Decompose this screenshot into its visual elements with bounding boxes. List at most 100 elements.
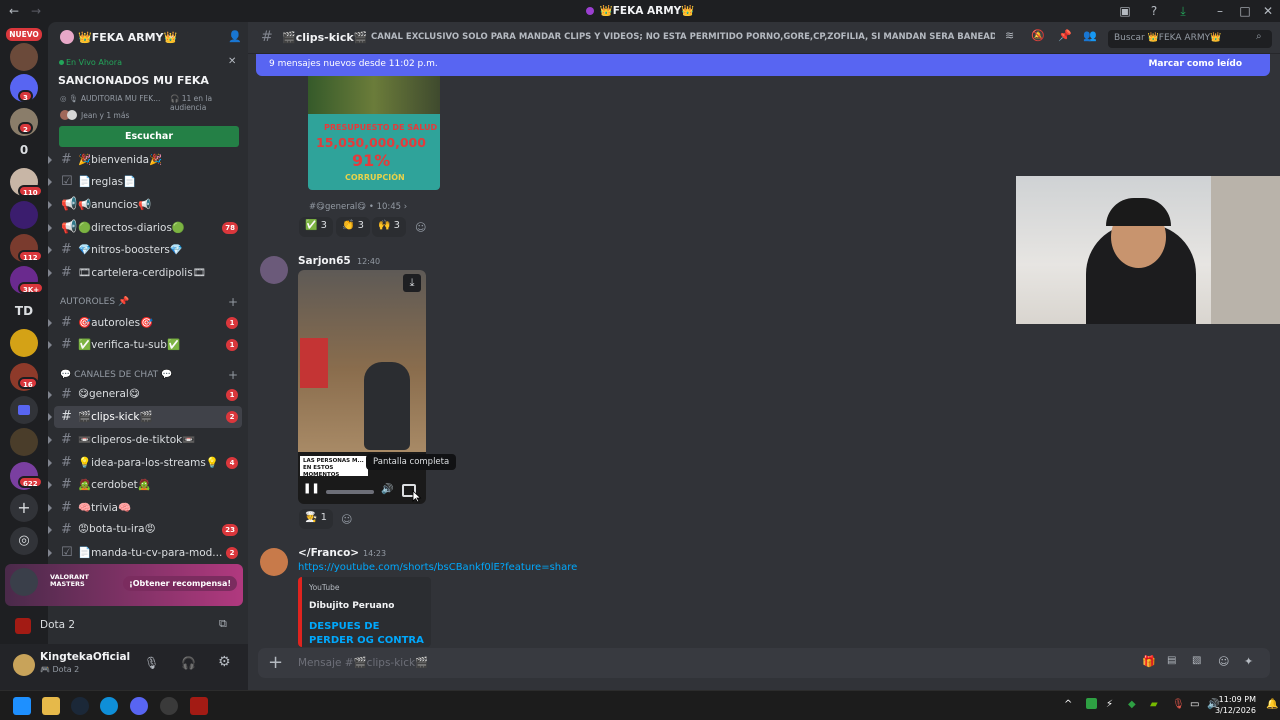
claim-reward-button[interactable]: ¡Obtener recompensa! [123,576,237,591]
file-explorer-icon[interactable] [42,697,60,715]
video-progress-bar[interactable] [326,490,374,494]
apps-icon[interactable]: ✦ [1244,655,1253,668]
dota-taskbar-icon[interactable] [190,697,208,715]
server-header[interactable]: 👑FEKA ARMY👑 ⌄ 👤 [48,22,248,54]
pause-icon[interactable]: ❚❚ [303,483,320,494]
channel-bienvenida[interactable]: # 🎉bienvenida🎉 [48,149,248,171]
windows-start-icon[interactable] [13,697,31,715]
tray-nvidia-icon[interactable]: ▰ [1150,699,1158,710]
maximize-button[interactable]: □ [1237,3,1253,19]
activity-icon[interactable]: ⧉ [219,617,227,631]
server-icon-4[interactable]: 0 [10,136,38,164]
embed-title[interactable]: DESPUES DE PERDER OG CONTRA PARKER | [309,620,425,647]
new-badge: NUEVO [6,28,42,41]
edge-icon[interactable] [100,697,118,715]
now-playing-row[interactable]: Dota 2 ⧉ [5,610,243,640]
emoji-icon[interactable]: ☺ [1218,655,1229,668]
embed-author[interactable]: Dibujito Peruano [309,601,394,611]
add-reaction-icon[interactable]: ☺ [341,513,352,526]
channel-idea-para-los-streams[interactable]: # 💡idea-para-los-streams💡 4 [48,452,248,474]
microphone-icon[interactable]: 🎙 [144,656,159,670]
reaction-clap[interactable]: 👏 3 [336,217,371,237]
channel-topic[interactable]: CANAL EXCLUSIVO SOLO PARA MANDAR CLIPS Y… [371,32,995,42]
avatar[interactable] [260,548,288,576]
channel-clips-kick[interactable]: # 🎬clips-kick🎬 2 [48,406,242,428]
reaction-check[interactable]: ✅ 3 [299,217,334,237]
category-autoroles[interactable]: AUTOROLES 📌 [60,297,129,307]
avatar[interactable] [260,256,288,284]
inbox-icon[interactable]: ▣ [1117,3,1133,19]
headphones-icon[interactable]: 🎧 [181,656,196,670]
obs-icon[interactable] [160,697,178,715]
sticker-icon[interactable]: ▧ [1192,655,1201,666]
notifications-icon[interactable]: 🔔 [1266,699,1278,710]
gif-icon[interactable]: ▤ [1167,655,1176,666]
channel-cliperos-de-tiktok[interactable]: # 📼cliperos-de-tiktok📼 [48,429,248,451]
mute-bell-icon[interactable]: 🔕 [1031,29,1045,42]
reaction-hands[interactable]: 🙌 3 [372,217,407,237]
volume-icon[interactable]: 🔊 [381,484,393,495]
category-chat[interactable]: 💬 CANALES DE CHAT 💬 [60,370,172,380]
server-icon-10[interactable] [10,329,38,357]
promo-banner[interactable]: VALORANT MASTERS ¡Obtener recompensa! [5,564,243,606]
server-icon-6[interactable] [10,201,38,229]
tray-shield-icon[interactable]: ◆ [1128,699,1136,710]
search-input[interactable]: Buscar 👑FEKA ARMY👑 [1108,30,1272,48]
system-clock[interactable]: 11:09 PM 3/12/2026 [1215,694,1256,716]
channel-reglas[interactable]: ☑ 📄reglas📄 [48,171,248,193]
close-button[interactable]: ✕ [1260,3,1276,19]
tray-mic-icon[interactable]: 🎙 [1172,699,1185,710]
message-input[interactable]: Mensaje #🎬clips-kick🎬 [298,656,428,669]
download-icon[interactable]: ⤓ [403,274,421,292]
server-icon-1[interactable] [10,43,38,71]
message-link[interactable]: https://youtube.com/shorts/bsCBankf0lE?f… [298,562,577,573]
tray-app-icon[interactable] [1086,698,1097,709]
live-title: SANCIONADOS MU FEKA [58,74,209,87]
mark-read-button[interactable]: Marcar como leído [1148,59,1242,69]
discord-icon[interactable] [130,697,148,715]
channel-cerdobet[interactable]: # 🧟cerdobet🧟 [48,474,248,496]
forward-source[interactable]: #😋general😋 • 10:45 › [309,202,407,212]
download-icon[interactable]: ⤓ [1175,3,1191,19]
gift-icon[interactable]: 🎁 [1142,655,1156,668]
message-author[interactable]: Sarjon65 [298,255,351,267]
network-icon[interactable]: ▭ [1190,699,1199,710]
channel-nitros-boosters[interactable]: # 💎nitros-boosters💎 [48,239,248,261]
add-reaction-icon[interactable]: ☺ [415,221,426,234]
reaction-chef[interactable]: 🧑‍🍳 1 [299,509,334,529]
discover-icon[interactable]: ◎ [10,527,38,555]
pin-icon[interactable]: 📌 [1058,29,1072,42]
members-icon[interactable]: 👥 [1083,29,1097,42]
server-icon-12[interactable] [10,428,38,456]
channel-general[interactable]: # 😋general😋 1 [48,384,248,406]
add-channel-icon[interactable]: + [228,295,238,309]
threads-icon[interactable]: ≋ [1005,29,1014,42]
forwarded-image[interactable]: PRESUPUESTO DE SALUD 15,050,000,000 91% … [308,76,440,190]
attach-plus-icon[interactable]: + [268,652,283,673]
channel-trivia[interactable]: # 🧠trivia🧠 [48,497,248,519]
message-author[interactable]: </Franco> [298,547,359,559]
gear-icon[interactable]: ⚙ [218,654,231,670]
add-server-icon[interactable]: + [10,494,38,522]
channel-manda-tu-cv[interactable]: ☑ 📄manda-tu-cv-para-mod... 2 [48,542,248,564]
server-folder-icon[interactable] [10,396,38,424]
channel-directos-diarios[interactable]: 📢 🟢directos-diarios🟢 78 [48,217,248,239]
minimize-button[interactable]: – [1212,3,1228,19]
tray-stream-icon[interactable]: ⚡ [1106,699,1113,710]
avatar[interactable] [13,654,35,676]
add-channel-icon[interactable]: + [228,368,238,382]
channel-anuncios[interactable]: 📢 📢anuncios📢 [48,194,248,216]
message-composer[interactable]: + Mensaje #🎬clips-kick🎬 🎁 ▤ ▧ ☺ ✦ [258,648,1270,678]
tray-chevron-icon[interactable]: ^ [1064,699,1072,710]
listen-button[interactable]: Escuchar [59,126,239,147]
close-live-icon[interactable]: ✕ [228,56,236,67]
help-icon[interactable]: ? [1146,3,1162,19]
channel-cartelera-cerdipolis[interactable]: # 🎞cartelera-cerdipolis🎞 [48,262,248,284]
channel-verifica-tu-sub[interactable]: # ✅verifica-tu-sub✅ 1 [48,334,248,356]
server-icon-9[interactable]: TD [10,297,38,325]
channel-autoroles[interactable]: # 🎯autoroles🎯 1 [48,312,248,334]
new-messages-bar[interactable]: 9 mensajes nuevos desde 11:02 p.m. Marca… [256,54,1270,76]
steam-icon[interactable] [71,697,89,715]
channel-bota-tu-ira[interactable]: # 😡bota-tu-ira😡 23 [48,519,248,541]
add-member-icon[interactable]: 👤 [228,30,242,43]
